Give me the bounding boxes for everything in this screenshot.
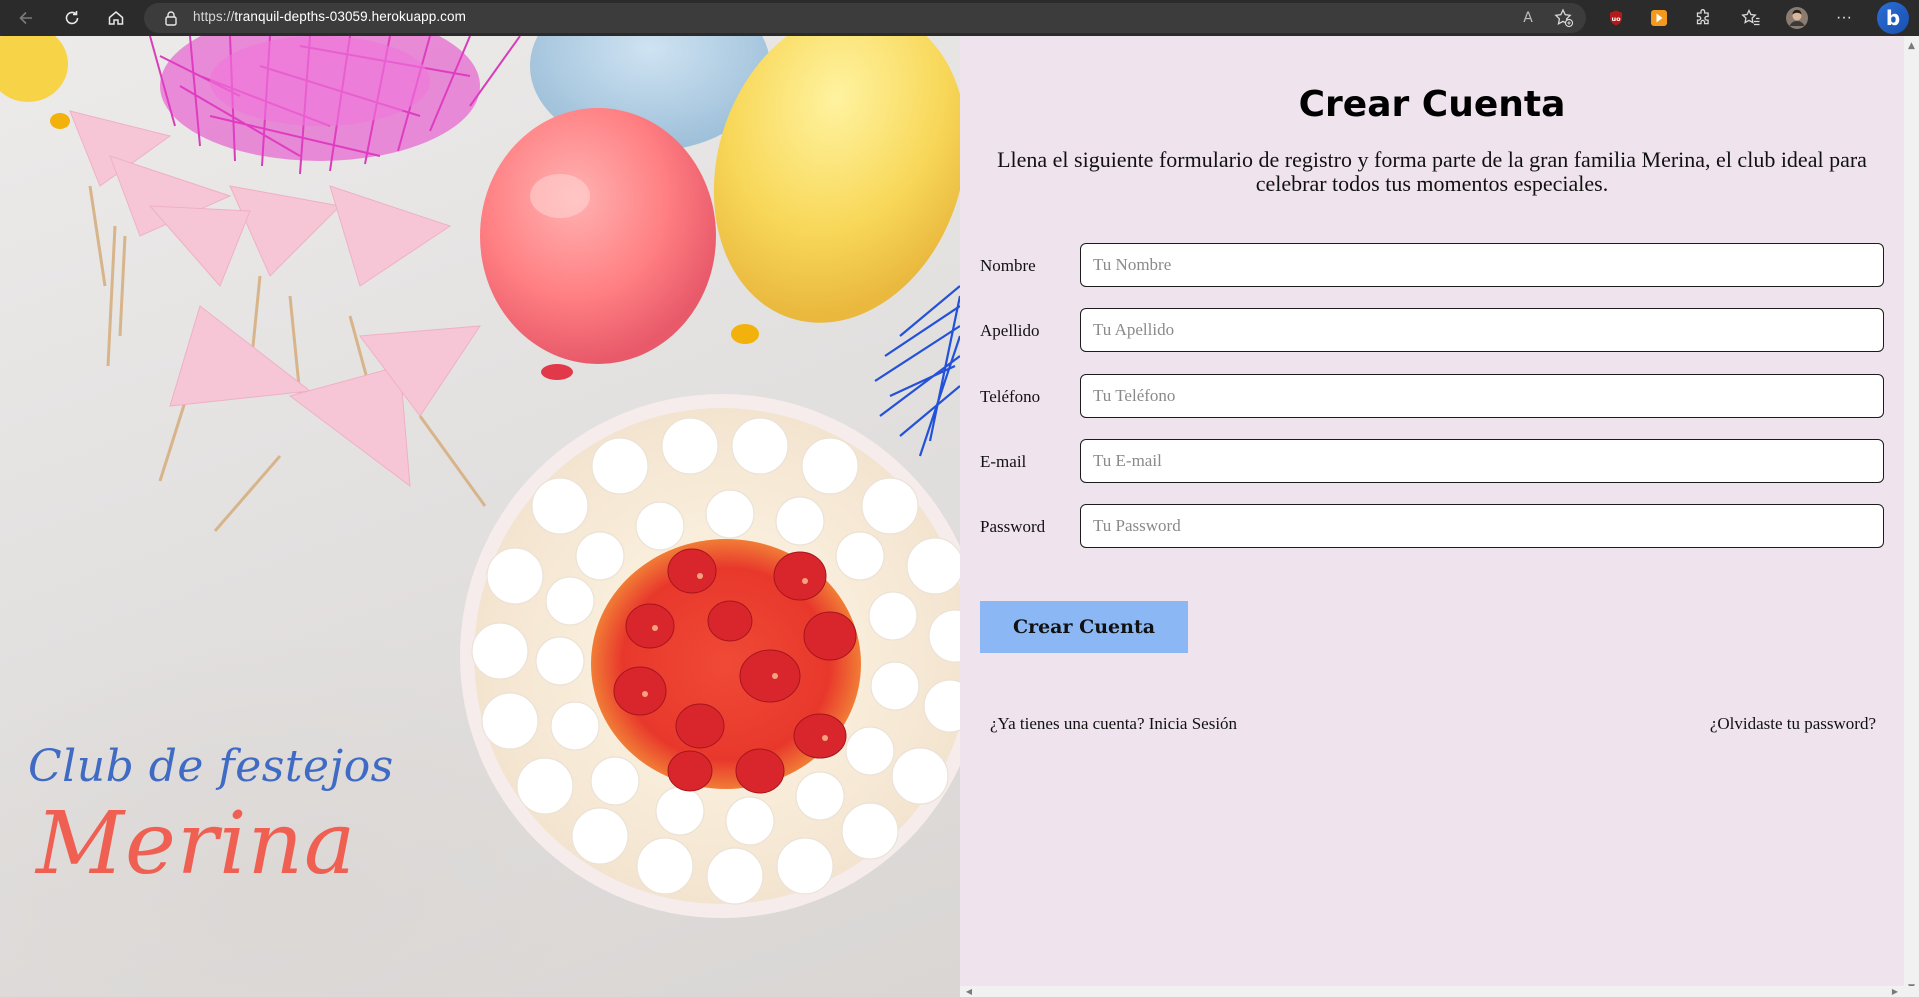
flag-picks [69, 110, 487, 532]
browser-toolbar: https://tranquil-depths-03059.herokuapp.… [0, 0, 1919, 36]
read-aloud-icon[interactable]: A [1516, 6, 1540, 30]
nombre-label: Nombre [980, 256, 1036, 275]
bing-icon[interactable]: b [1877, 2, 1909, 34]
profile-avatar[interactable] [1785, 6, 1809, 30]
scroll-up-icon[interactable]: ▲ [1904, 38, 1919, 53]
apellido-input[interactable] [1080, 308, 1884, 352]
bing-glyph: b [1885, 6, 1901, 30]
lock-icon[interactable] [162, 9, 180, 27]
more-glyph: ··· [1836, 9, 1852, 26]
scroll-right-icon[interactable]: ▶ [1888, 986, 1902, 997]
login-link[interactable]: ¿Ya tienes una cuenta? Inicia Sesión [990, 714, 1237, 734]
brand-tagline: Club de festejos [28, 741, 394, 792]
page-subtitle: Llena el siguiente formulario de registr… [997, 147, 1867, 196]
create-account-button[interactable]: Crear Cuenta [980, 601, 1188, 653]
scrollbar-corner [1904, 986, 1919, 997]
horizontal-scrollbar[interactable]: ◀ ▶ [960, 986, 1904, 997]
telefono-input[interactable] [1080, 374, 1884, 418]
read-aloud-glyph: A [1523, 10, 1533, 26]
favorites-icon[interactable] [1739, 6, 1763, 30]
extensions-icon[interactable] [1691, 6, 1715, 30]
page-title: Crear Cuenta [1298, 84, 1566, 125]
url-scheme: https:// [193, 9, 235, 24]
forgot-password-link[interactable]: ¿Olvidaste tu password? [1710, 714, 1876, 734]
add-favorite-icon[interactable] [1552, 6, 1576, 30]
password-input[interactable] [1080, 504, 1884, 548]
url-text[interactable]: https://tranquil-depths-03059.herokuapp.… [193, 9, 466, 24]
field-row-email: E-mail [980, 439, 1886, 485]
email-label: E-mail [980, 452, 1027, 471]
ublock-icon[interactable]: uo [1604, 6, 1628, 30]
email-input[interactable] [1080, 439, 1884, 483]
more-icon[interactable]: ··· [1832, 6, 1856, 30]
url-host: tranquil-depths-03059.herokuapp.com [234, 9, 466, 24]
apellido-label: Apellido [980, 321, 1040, 340]
extension-orange-icon[interactable] [1647, 6, 1671, 30]
blue-tinsel [874, 285, 960, 457]
nombre-input[interactable] [1080, 243, 1884, 287]
home-icon[interactable] [98, 0, 134, 36]
back-icon[interactable] [8, 0, 44, 36]
pink-balloon [480, 108, 716, 364]
password-label: Password [980, 517, 1046, 536]
vertical-scrollbar[interactable]: ▲ ▼ [1904, 36, 1919, 997]
field-row-apellido: Apellido [980, 308, 1886, 354]
ublock-glyph: uo [1611, 15, 1621, 23]
refresh-icon[interactable] [54, 0, 90, 36]
field-row-password: Password [980, 504, 1886, 550]
telefono-label: Teléfono [980, 387, 1041, 406]
signup-panel: Crear Cuenta Llena el siguiente formular… [960, 36, 1904, 986]
scroll-left-icon[interactable]: ◀ [962, 986, 976, 997]
field-row-nombre: Nombre [980, 243, 1886, 289]
hero-image: Club de festejos Merina [0, 36, 960, 997]
field-row-telefono: Teléfono [980, 374, 1886, 420]
brand-name: Merina [36, 794, 357, 894]
